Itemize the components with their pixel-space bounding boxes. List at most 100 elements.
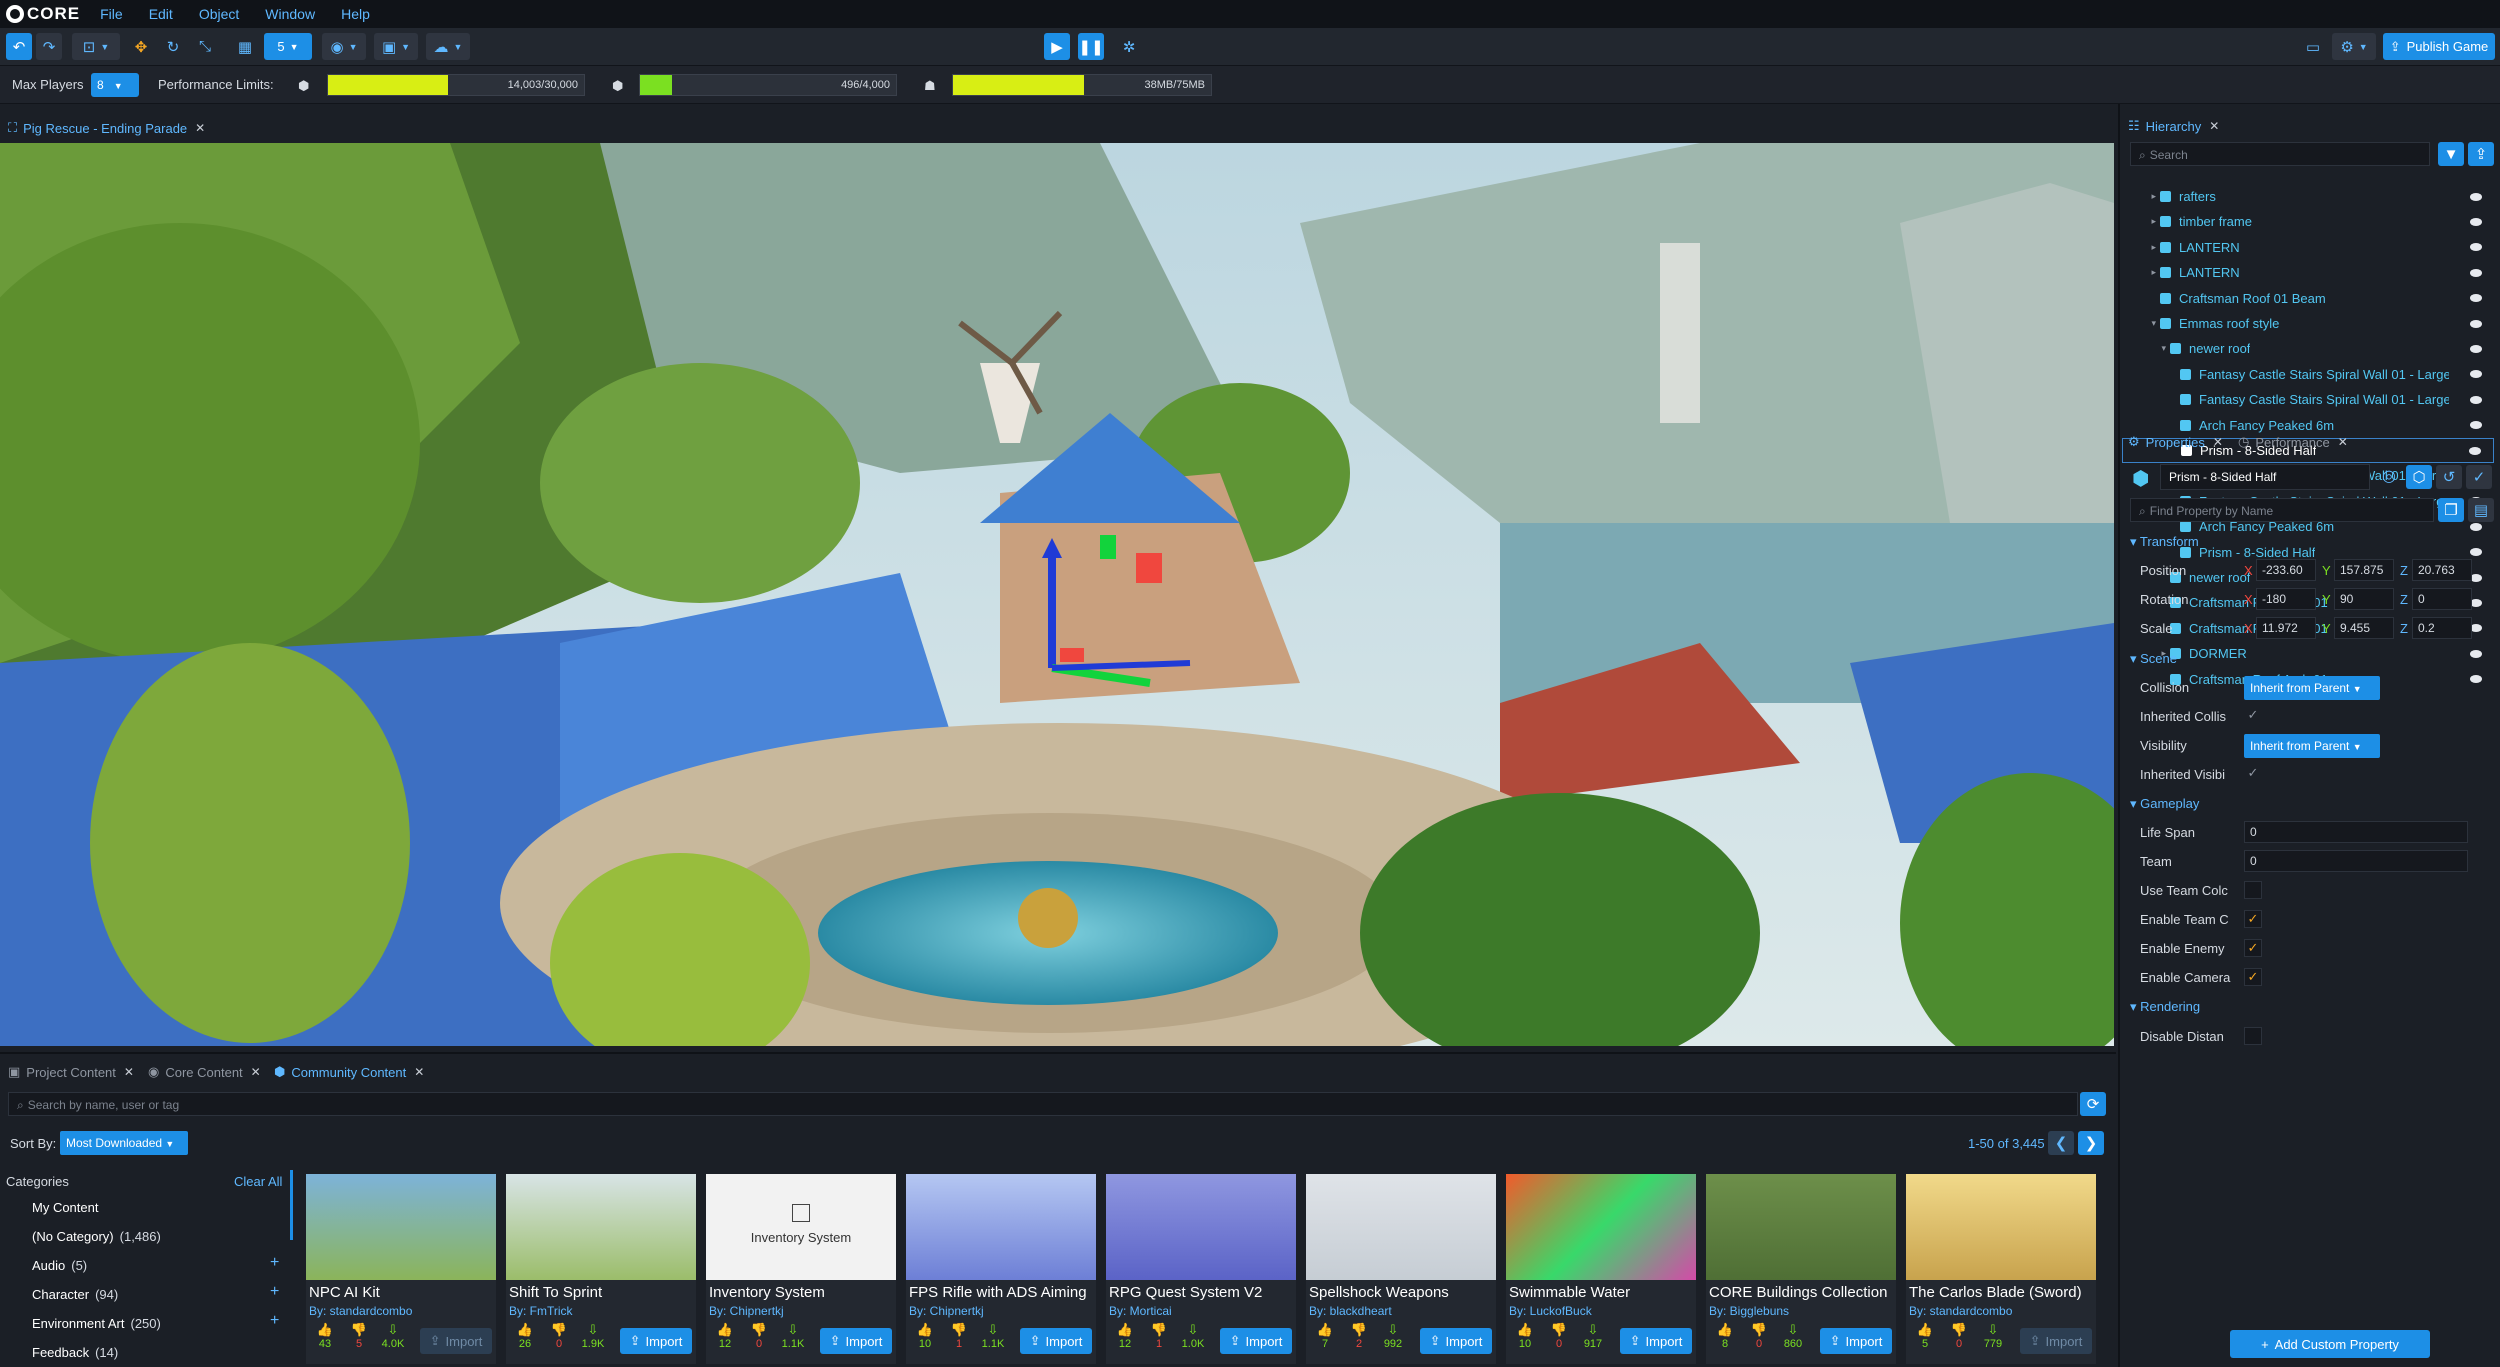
visibility-eye-icon[interactable] — [2470, 395, 2482, 404]
hierarchy-row[interactable]: ▸ LANTERN — [2122, 260, 2494, 285]
upload-icon[interactable]: ⇪ — [2468, 142, 2494, 166]
collaboration-button[interactable]: ☁ ▼ — [426, 33, 470, 60]
scale-value-input[interactable]: 0.2 — [2412, 617, 2472, 639]
menu-edit[interactable]: Edit — [149, 6, 173, 22]
visibility-eye-icon[interactable] — [2470, 522, 2482, 531]
enable-enemy-checkbox[interactable]: ✓ — [2244, 939, 2262, 957]
content-thumbnail[interactable] — [306, 1174, 496, 1280]
content-author-link[interactable]: By: standardcombo — [309, 1304, 412, 1318]
position-value-input[interactable]: 157.875 — [2334, 559, 2394, 581]
max-players-select[interactable]: 8 ▼ — [91, 73, 139, 97]
content-card[interactable]: The Carlos Blade (Sword) By: standardcomb… — [1906, 1174, 2096, 1364]
paste-icon[interactable]: ▤ — [2468, 498, 2494, 522]
visibility-eye-icon[interactable] — [2470, 370, 2482, 379]
hierarchy-row[interactable]: ▾ newer roof — [2122, 336, 2494, 361]
content-thumbnail[interactable] — [1306, 1174, 1496, 1280]
import-button[interactable]: ⇪ Import — [820, 1328, 892, 1354]
import-button[interactable]: ⇪ Import — [1620, 1328, 1692, 1354]
visibility-eye-icon[interactable] — [2470, 319, 2482, 328]
add-category-icon[interactable]: + — [270, 1254, 279, 1272]
import-button[interactable]: ⇪ Import — [1420, 1328, 1492, 1354]
pause-button[interactable]: ❚❚ — [1078, 33, 1104, 60]
refresh-icon[interactable]: ⟳ — [2080, 1092, 2106, 1116]
content-author-link[interactable]: By: Bigglebuns — [1709, 1304, 1789, 1318]
grid-size-select[interactable]: 5 ▼ — [264, 33, 312, 60]
find-property-input[interactable]: ⌕ Find Property by Name — [2130, 498, 2434, 522]
content-card[interactable]: Spellshock Weapons By: blackdheart 👍 7 👎 2 ⇩ 99… — [1306, 1174, 1496, 1364]
tab-performance[interactable]: ◷ Performance ✕ — [2238, 430, 2348, 454]
category-item[interactable]: Feedback (14) — [32, 1345, 118, 1360]
category-scrollbar[interactable] — [290, 1170, 293, 1240]
menu-help[interactable]: Help — [341, 6, 370, 22]
position-value-input[interactable]: -233.60 — [2256, 559, 2316, 581]
import-button[interactable]: ⇪ Import — [1020, 1328, 1092, 1354]
visibility-eye-icon[interactable] — [2470, 421, 2482, 430]
content-search-input[interactable]: ⌕ Search by name, user or tag — [8, 1092, 2078, 1116]
clear-all-link[interactable]: Clear All — [234, 1174, 282, 1189]
menu-file[interactable]: File — [100, 6, 123, 22]
menu-object[interactable]: Object — [199, 6, 239, 22]
hierarchy-search-input[interactable]: ⌕ Search — [2130, 142, 2430, 166]
visibility-select[interactable]: Inherit from Parent ▼ — [2244, 734, 2380, 758]
visibility-eye-icon[interactable] — [2469, 446, 2481, 455]
menu-window[interactable]: Window — [265, 6, 315, 22]
section-gameplay[interactable]: ▾ Gameplay — [2130, 796, 2199, 812]
content-thumbnail[interactable] — [1706, 1174, 1896, 1280]
import-button[interactable]: ⇪ Import — [620, 1328, 692, 1354]
section-transform[interactable]: ▾ Transform — [2130, 534, 2199, 550]
move-tool-icon[interactable]: ✥ — [128, 33, 154, 60]
team-input[interactable]: 0 — [2244, 850, 2468, 872]
content-card[interactable]: NPC AI Kit By: standardcombo 👍 43 👎 5 ⇩ 4.0K ⇪ Im… — [306, 1174, 496, 1364]
visibility-eye-icon[interactable] — [2470, 192, 2482, 201]
content-card[interactable]: RPG Quest System V2 By: Morticai 👍 12 👎 1 ⇩ 1.0… — [1106, 1174, 1296, 1364]
visibility-eye-icon[interactable] — [2470, 243, 2482, 252]
scale-tool-icon[interactable]: ⤡ — [192, 33, 218, 60]
category-item[interactable]: (No Category) (1,486) — [32, 1229, 161, 1244]
import-button[interactable]: ⇪ Import — [2020, 1328, 2092, 1354]
content-card[interactable]: Swimmable Water By: LuckofBuck 👍 10 👎 0 ⇩ 917 ⇪ I… — [1506, 1174, 1696, 1364]
hierarchy-row[interactable]: ▸ rafters — [2122, 184, 2494, 209]
snap-mode-button[interactable]: ◉ ▼ — [322, 33, 366, 60]
content-card[interactable]: CORE Buildings Collection By: Bigglebuns 👍… — [1706, 1174, 1896, 1364]
view-mode-button[interactable]: ▣ ▼ — [374, 33, 418, 60]
content-thumbnail[interactable] — [1906, 1174, 2096, 1280]
close-icon[interactable]: ✕ — [2213, 435, 2223, 449]
content-thumbnail[interactable] — [506, 1174, 696, 1280]
revert-icon[interactable]: ↺ — [2436, 465, 2462, 489]
content-card[interactable]: FPS Rifle with ADS Aiming By: Chipnertkj 👍… — [906, 1174, 1096, 1364]
tab-core-content[interactable]: ◉ Core Content ✕ — [148, 1060, 261, 1084]
lifespan-input[interactable]: 0 — [2244, 821, 2468, 843]
expand-arrow-icon[interactable]: ▾ — [2122, 318, 2160, 329]
hierarchy-row[interactable]: ▾ Emmas roof style — [2122, 311, 2494, 336]
category-item[interactable]: Audio (5) — [32, 1258, 87, 1273]
apply-icon[interactable]: ✓ — [2466, 465, 2492, 489]
add-category-icon[interactable]: + — [270, 1283, 279, 1301]
close-icon[interactable]: ✕ — [195, 121, 205, 135]
expand-arrow-icon[interactable]: ▸ — [2122, 242, 2160, 253]
tab-hierarchy[interactable]: ☷ Hierarchy ✕ — [2128, 114, 2219, 138]
content-author-link[interactable]: By: standardcombo — [1909, 1304, 2012, 1318]
content-thumbnail[interactable] — [906, 1174, 1096, 1280]
close-icon[interactable]: ✕ — [2338, 435, 2348, 449]
import-button[interactable]: ⇪ Import — [1820, 1328, 1892, 1354]
rotation-value-input[interactable]: -180 — [2256, 588, 2316, 610]
expand-arrow-icon[interactable]: ▸ — [2122, 216, 2160, 227]
content-thumbnail[interactable] — [1106, 1174, 1296, 1280]
expand-arrow-icon[interactable]: ▾ — [2122, 343, 2170, 354]
content-thumbnail[interactable] — [1506, 1174, 1696, 1280]
content-author-link[interactable]: By: Chipnertkj — [909, 1304, 984, 1318]
hierarchy-row[interactable]: ▸ timber frame — [2122, 209, 2494, 234]
visibility-eye-icon[interactable] — [2470, 649, 2482, 658]
tab-project-content[interactable]: ▣ Project Content ✕ — [8, 1060, 134, 1084]
next-page-button[interactable]: ❯ — [2078, 1131, 2104, 1155]
close-icon[interactable]: ✕ — [414, 1065, 424, 1079]
visibility-eye-icon[interactable] — [2470, 548, 2482, 557]
section-scene[interactable]: ▾ Scene — [2130, 651, 2177, 667]
category-item[interactable]: Environment Art (250) — [32, 1316, 161, 1331]
close-icon[interactable]: ✕ — [2209, 119, 2219, 133]
rotation-value-input[interactable]: 0 — [2412, 588, 2472, 610]
grid-icon[interactable]: ▦ — [232, 33, 258, 60]
content-card[interactable]: Inventory System Inventory System By: Chip… — [706, 1174, 896, 1364]
visibility-eye-icon[interactable] — [2470, 268, 2482, 277]
copy-icon[interactable]: ❐ — [2438, 498, 2464, 522]
